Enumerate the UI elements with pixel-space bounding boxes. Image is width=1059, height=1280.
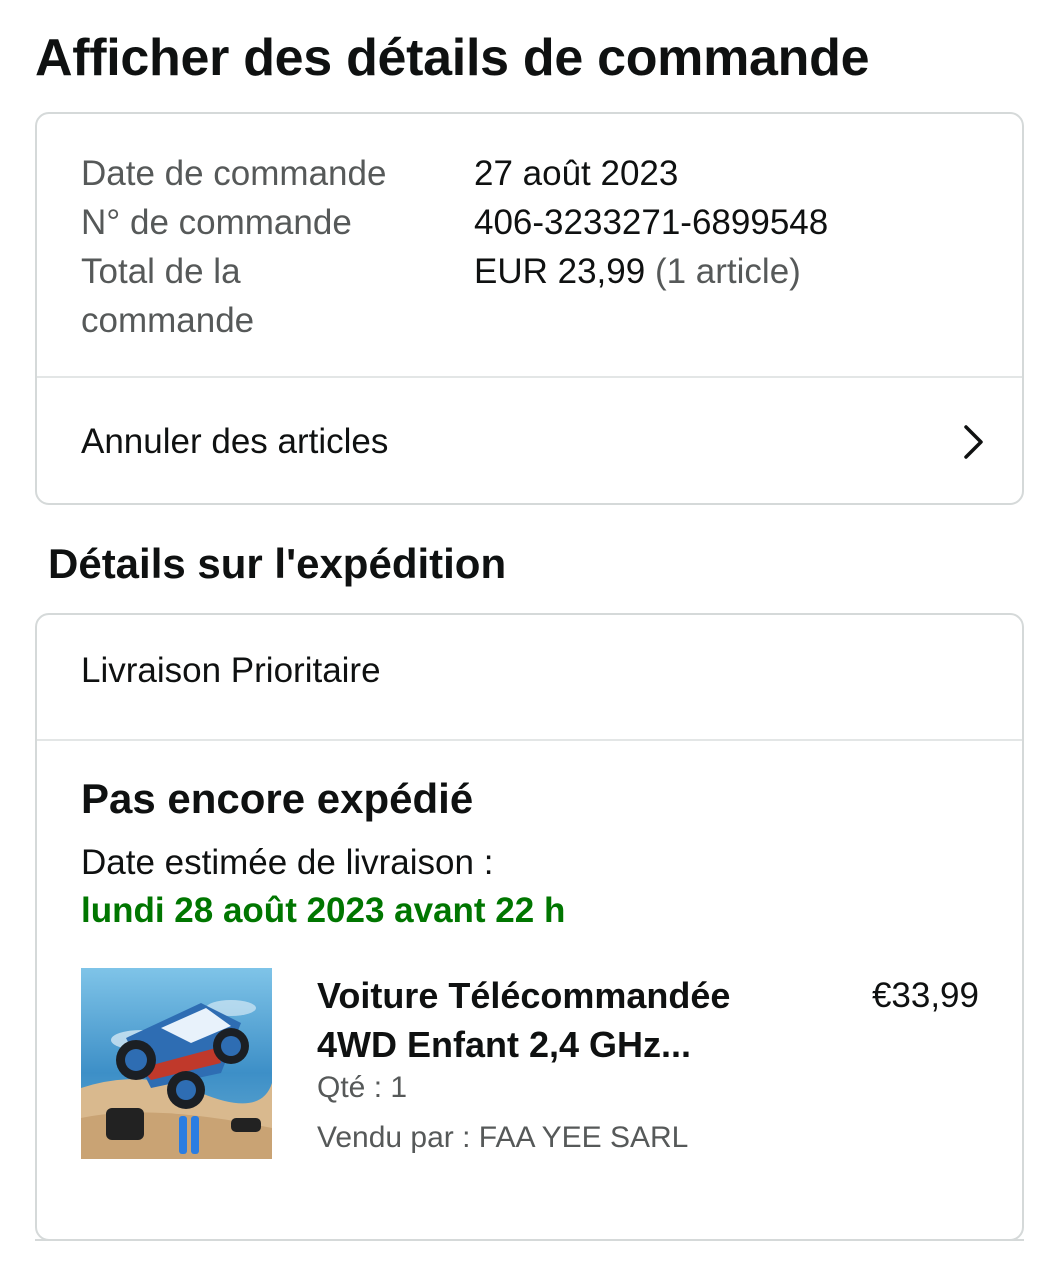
order-total-label: Total de la commande (81, 252, 255, 340)
shipping-card: Livraison Prioritaire Pas encore expédié… (35, 613, 1024, 1241)
estimated-delivery-date: lundi 28 août 2023 avant 22 h (81, 891, 566, 930)
divider (37, 739, 1022, 741)
product-title-line: 4WD Enfant 2,4 GHz... (317, 1024, 692, 1065)
estimated-delivery-label: Date estimée de livraison : (81, 843, 494, 882)
order-date-value: 27 août 2023 (474, 154, 679, 193)
shipping-method: Livraison Prioritaire (81, 651, 381, 690)
shipping-section-title: Détails sur l'expédition (48, 540, 507, 587)
cancel-items-label: Annuler des articles (81, 421, 389, 461)
order-summary-card: Date de commande 27 août 2023 N° de comm… (35, 112, 1024, 505)
page-title: Afficher des détails de commande (35, 29, 870, 87)
order-number-value: 406-3233271-6899548 (474, 203, 829, 242)
bottom-divider (35, 1239, 1024, 1241)
order-total-value: EUR 23,99 (1 article) (474, 247, 801, 296)
cancel-items-link[interactable]: Annuler des articles (37, 378, 1022, 505)
chevron-right-icon (960, 422, 986, 462)
order-date-label: Date de commande (81, 154, 387, 193)
order-total-count: (1 article) (654, 252, 801, 291)
shipment-status: Pas encore expédié (81, 775, 474, 822)
product-price: €33,99 (871, 976, 979, 1015)
product-title-line: Voiture Télécommandée (317, 975, 731, 1016)
order-number-label: N° de commande (81, 203, 352, 242)
product-image[interactable] (81, 968, 272, 1159)
product-seller: Vendu par : FAA YEE SARL (317, 1121, 689, 1154)
product-quantity: Qté : 1 (317, 1071, 408, 1104)
product-title-link[interactable]: Voiture Télécommandée 4WD Enfant 2,4 GHz… (317, 971, 767, 1069)
order-total-amount: EUR 23,99 (474, 252, 646, 291)
